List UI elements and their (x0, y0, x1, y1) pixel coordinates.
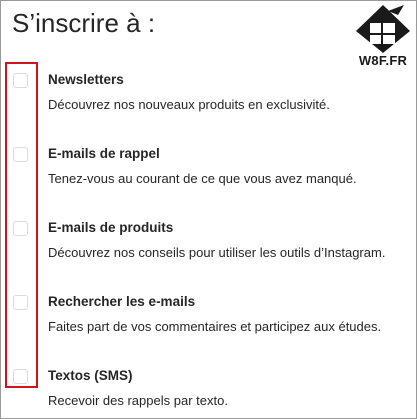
sms-checkbox[interactable] (13, 369, 28, 384)
subscription-item-newsletters: Newsletters Découvrez nos nouveaux produ… (0, 69, 417, 129)
subscription-item-product-emails: E-mails de produits Découvrez nos consei… (0, 217, 417, 277)
reminder-emails-checkbox[interactable] (13, 147, 28, 162)
subscription-item-research-emails: Rechercher les e-mails Faites part de vo… (0, 291, 417, 351)
item-description: Tenez-vous au courant de ce que vous ave… (48, 171, 357, 186)
product-emails-checkbox[interactable] (13, 221, 28, 236)
site-logo: W8F.FR (352, 3, 414, 77)
item-title: Textos (SMS) (48, 368, 133, 383)
page-title: S’inscrire à : (12, 8, 156, 38)
item-title: Rechercher les e-mails (48, 294, 196, 309)
item-description: Faites part de vos commentaires et parti… (48, 319, 382, 334)
item-title: E-mails de rappel (48, 146, 160, 161)
item-title: Newsletters (48, 72, 124, 87)
item-description: Découvrez nos nouveaux produits en exclu… (48, 97, 330, 112)
windows-bird-icon (356, 5, 410, 53)
item-description: Recevoir des rappels par texto. (48, 393, 228, 408)
item-description: Découvrez nos conseils pour utiliser les… (48, 245, 386, 260)
item-title: E-mails de produits (48, 220, 174, 235)
subscription-item-sms: Textos (SMS) Recevoir des rappels par te… (0, 365, 417, 419)
research-emails-checkbox[interactable] (13, 295, 28, 310)
subscription-item-reminder-emails: E-mails de rappel Tenez-vous au courant … (0, 143, 417, 203)
newsletters-checkbox[interactable] (13, 73, 28, 88)
logo-text: W8F.FR (358, 53, 408, 68)
